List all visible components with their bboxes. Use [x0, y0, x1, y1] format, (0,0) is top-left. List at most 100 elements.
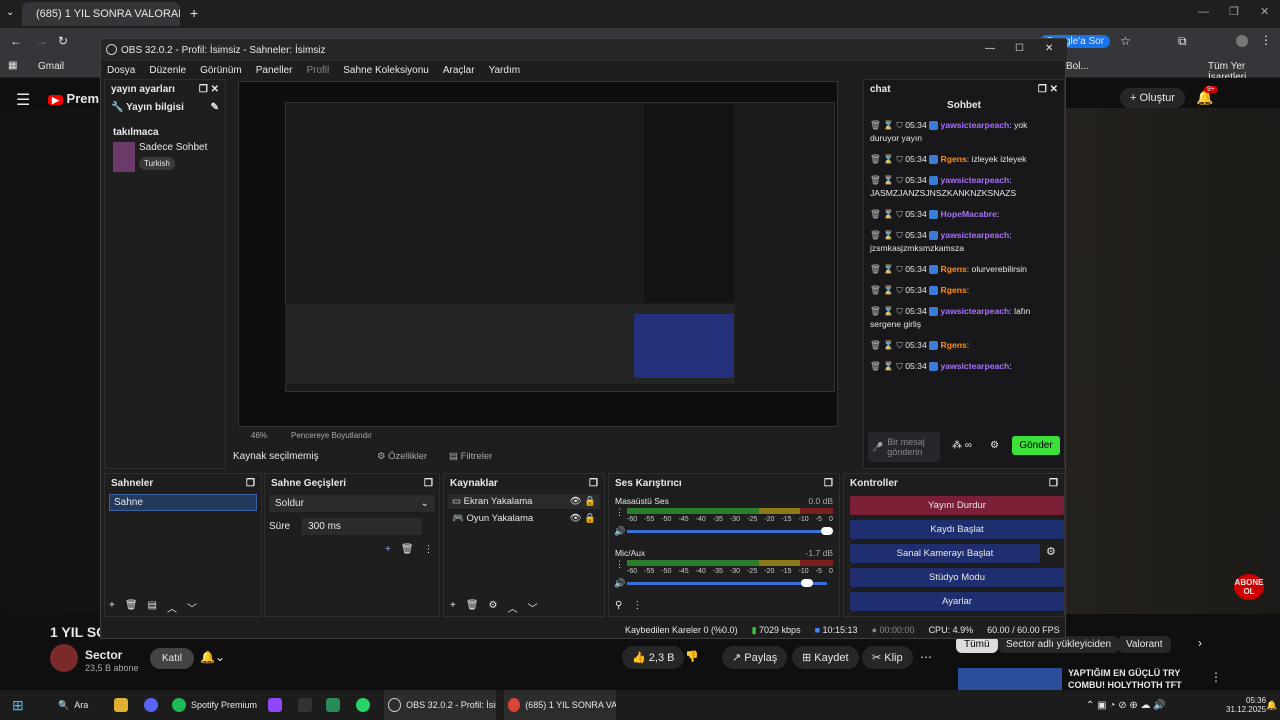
- search-button[interactable]: 🔍 Ara: [58, 690, 88, 720]
- mod-icons[interactable]: 🗑 ⌛ ⛉: [870, 264, 905, 274]
- fit-window[interactable]: Pencereye Boyutlandır: [291, 431, 372, 440]
- mixer-menu-icon[interactable]: ⋮: [632, 600, 642, 611]
- tray-icons[interactable]: ⌃ ▣ ◔ ⊘ ⊕ ☁ 🔊: [1086, 690, 1166, 720]
- channel-avatar[interactable]: [50, 644, 78, 672]
- apps-icon[interactable]: ▦: [8, 60, 17, 71]
- preview-area[interactable]: [238, 81, 838, 427]
- message-user[interactable]: Rgens: [941, 264, 967, 274]
- menu-scene-collection[interactable]: Sahne Koleksiyonu: [343, 65, 429, 76]
- chat-settings-icon[interactable]: ⚙: [990, 440, 999, 451]
- notification-icon[interactable]: 🔔: [1266, 690, 1277, 720]
- menu-file[interactable]: Dosya: [107, 65, 135, 76]
- source-down-icon[interactable]: ﹀: [528, 600, 538, 615]
- chat-points-icon[interactable]: ⁂ ∞: [952, 440, 972, 451]
- virtual-camera-button[interactable]: Sanal Kamerayı Başlat: [850, 544, 1040, 563]
- mod-icons[interactable]: 🗑 ⌛ ⛉: [870, 175, 905, 185]
- visibility-lock-icon-2[interactable]: 👁 🔒: [569, 513, 596, 524]
- volume-slider-handle[interactable]: [821, 527, 833, 535]
- mic-icon[interactable]: 🎤: [872, 442, 883, 453]
- tag-badge[interactable]: Turkish: [139, 157, 175, 170]
- mod-icons[interactable]: 🗑 ⌛ ⛉: [870, 209, 905, 219]
- stream-info-header[interactable]: 🔧 Yayın bilgisi ✎: [105, 98, 225, 117]
- twitch-icon[interactable]: [268, 690, 282, 720]
- app-icon-2[interactable]: [326, 690, 340, 720]
- delete-scene-icon[interactable]: 🗑: [125, 600, 138, 615]
- menu-profile[interactable]: Profil: [306, 65, 329, 76]
- stop-stream-button[interactable]: Yayını Durdur: [850, 496, 1064, 515]
- notify-bell-icon[interactable]: 🔔⌄: [200, 650, 225, 664]
- like-button[interactable]: 👍 2,3 B: [622, 646, 685, 669]
- bookmark-gmail[interactable]: Gmail: [38, 61, 64, 72]
- transition-menu-icon[interactable]: ⋮: [424, 544, 434, 555]
- new-tab-icon[interactable]: +: [190, 5, 198, 21]
- source-props-icon[interactable]: ⚙: [489, 600, 498, 615]
- move-up-icon[interactable]: ︿: [167, 600, 177, 615]
- obs-taskbar-button[interactable]: OBS 32.0.2 - Profil: İsim: [384, 690, 496, 720]
- move-down-icon[interactable]: ﹀: [187, 600, 197, 615]
- discord-icon[interactable]: [144, 690, 158, 720]
- message-user[interactable]: yawsictearpeach: [941, 120, 1010, 130]
- mod-icons[interactable]: 🗑 ⌛ ⛉: [870, 340, 905, 350]
- obs-close-icon[interactable]: ✕: [1045, 43, 1053, 54]
- join-button[interactable]: Katıl: [150, 648, 195, 669]
- share-button[interactable]: ↗ Paylaş: [722, 646, 788, 669]
- save-button[interactable]: ⊞ Kaydet: [792, 646, 859, 669]
- settings-button[interactable]: Ayarlar: [850, 592, 1064, 611]
- maximize-icon[interactable]: ❐: [1229, 5, 1239, 18]
- close-icon[interactable]: ✕: [1260, 5, 1269, 18]
- star-icon[interactable]: ☆: [1120, 34, 1131, 48]
- transition-select[interactable]: Soldur ⌄: [269, 495, 435, 512]
- scene-item[interactable]: Sahne: [109, 494, 257, 511]
- menu-help[interactable]: Yardım: [489, 65, 521, 76]
- clock[interactable]: 05:36 31.12.2025: [1226, 690, 1266, 720]
- channel-menu-icon[interactable]: ⋮: [615, 507, 624, 518]
- reload-icon[interactable]: ↻: [58, 34, 68, 48]
- minimize-icon[interactable]: —: [1198, 6, 1209, 18]
- start-recording-button[interactable]: Kaydı Başlat: [850, 520, 1064, 539]
- menu-docks[interactable]: Paneller: [256, 65, 293, 76]
- properties-button[interactable]: ⚙ Özellikler: [377, 451, 427, 462]
- dislike-icon[interactable]: 👎: [685, 650, 699, 663]
- channel-name[interactable]: Sector: [85, 648, 122, 662]
- zoom-level[interactable]: 46%: [251, 431, 267, 440]
- mod-icons[interactable]: 🗑 ⌛ ⛉: [870, 120, 905, 130]
- tab-search-icon[interactable]: ⌄: [6, 7, 14, 18]
- filters-button[interactable]: ▤ Filtreler: [449, 451, 492, 462]
- source-item-game[interactable]: 🎮 Oyun Yakalama 👁 🔒: [448, 511, 600, 526]
- obs-maximize-icon[interactable]: ☐: [1015, 43, 1024, 54]
- back-icon[interactable]: ←: [10, 34, 22, 48]
- chrome-taskbar-button[interactable]: (685) 1 YIL SONRA VALC: [504, 690, 616, 720]
- speaker-icon[interactable]: 🔊: [614, 578, 625, 589]
- more-icon[interactable]: ⋯: [920, 650, 932, 664]
- app-icon-1[interactable]: [298, 690, 312, 720]
- message-user[interactable]: yawsictearpeach: [941, 361, 1010, 371]
- delete-transition-icon[interactable]: 🗑: [401, 544, 414, 555]
- chip-valorant[interactable]: Valorant: [1118, 636, 1171, 653]
- delete-source-icon[interactable]: 🗑: [466, 600, 479, 615]
- volume-slider-track[interactable]: [627, 530, 827, 533]
- speaker-icon[interactable]: 🔊: [614, 526, 625, 537]
- message-user[interactable]: yawsictearpeach: [941, 230, 1010, 240]
- scene-filter-icon[interactable]: ▤: [148, 600, 157, 615]
- message-user[interactable]: HopeMacabre: [941, 209, 997, 219]
- clip-button[interactable]: ✂ Klip: [862, 646, 913, 669]
- explorer-icon[interactable]: [114, 690, 128, 720]
- obs-minimize-icon[interactable]: —: [985, 43, 995, 54]
- rec-title[interactable]: YAPTIĞIM EN GÜÇLÜ TRY: [1068, 668, 1180, 678]
- source-up-icon[interactable]: ︿: [508, 600, 518, 615]
- send-button[interactable]: Gönder: [1012, 436, 1060, 455]
- message-user[interactable]: yawsictearpeach: [941, 306, 1010, 316]
- browser-tab[interactable]: (685) 1 YIL SONRA VALORANT ✕: [22, 2, 180, 26]
- mod-icons[interactable]: 🗑 ⌛ ⛉: [870, 230, 905, 240]
- extensions-icon[interactable]: ⧉: [1178, 34, 1187, 49]
- add-transition-icon[interactable]: +: [385, 544, 391, 555]
- hamburger-icon[interactable]: ☰: [16, 90, 30, 110]
- mod-icons[interactable]: 🗑 ⌛ ⛉: [870, 361, 905, 371]
- volume-slider-handle[interactable]: [801, 579, 813, 587]
- spotify-button[interactable]: Spotify Premium: [172, 690, 257, 720]
- chat-dock-close-icon[interactable]: ❐ ✕: [1038, 84, 1058, 95]
- duration-field[interactable]: 300 ms: [302, 518, 423, 535]
- forward-icon[interactable]: →: [36, 34, 48, 48]
- edit-icon[interactable]: ✎: [211, 102, 219, 113]
- menu-edit[interactable]: Düzenle: [149, 65, 186, 76]
